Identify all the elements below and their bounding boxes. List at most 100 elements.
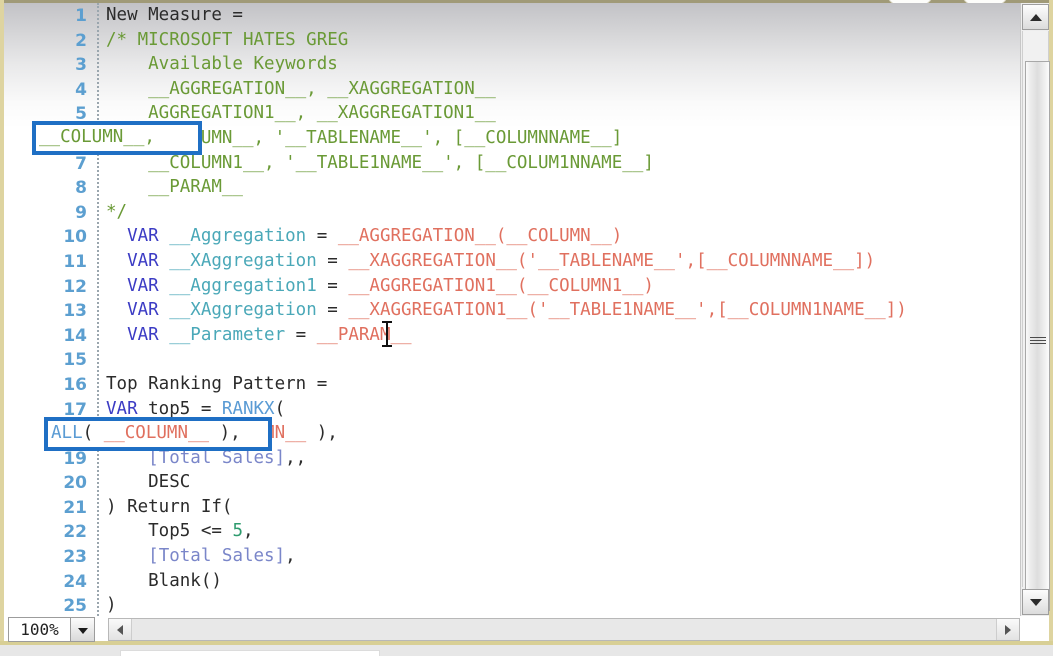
code-token: */ [106, 201, 128, 222]
vertical-scrollbar[interactable] [1020, 3, 1050, 616]
background-tab-hint [120, 650, 380, 656]
code-line[interactable]: Blank() [106, 569, 1020, 594]
code-line[interactable]: ) [106, 593, 1020, 616]
highlight-box-column-keyword-text: __COLUMN__, [36, 125, 198, 149]
vertical-scroll-thumb[interactable] [1025, 61, 1050, 611]
code-line[interactable]: VAR __Aggregation = __AGGREGATION__(__CO… [106, 224, 1020, 249]
code-line[interactable]: Top5 <= 5, [106, 519, 1020, 544]
code-token: , [285, 546, 296, 567]
ibeam-bottom-cap [382, 345, 392, 347]
code-token: __COLUMN__ [103, 423, 210, 443]
code-line[interactable]: /* MICROSOFT HATES GREG [106, 28, 1020, 53]
gutter-separator [97, 3, 99, 616]
code-token: __AGGREGATION__(__COLUMN__) [337, 226, 623, 247]
code-token: __Aggregation [169, 226, 307, 247]
code-line[interactable]: */ [106, 200, 1020, 225]
horizontal-scrollbar[interactable] [108, 618, 1020, 641]
line-number: 3 [75, 55, 87, 76]
code-line[interactable]: New Measure = [106, 3, 1020, 28]
zoom-level-display[interactable]: 100% [8, 617, 71, 642]
line-number: 25 [63, 596, 87, 616]
code-line[interactable]: ) Return If( [106, 495, 1020, 520]
code-token: Available Keywords [106, 54, 338, 75]
line-number: 15 [63, 350, 87, 371]
code-token: 5 [232, 521, 243, 542]
code-text-area[interactable]: New Measure = /* MICROSOFT HATES GREG Ava… [106, 3, 1020, 616]
scroll-down-button[interactable] [1022, 589, 1049, 615]
chevron-down-icon [77, 627, 88, 634]
code-token: __XAggregation [169, 300, 317, 321]
code-token: ( [274, 398, 286, 419]
code-line[interactable] [106, 347, 1020, 372]
code-token: /* MICROSOFT HATES GREG [106, 29, 349, 50]
scroll-left-button[interactable] [109, 619, 132, 640]
code-editor[interactable]: 1234567891011121314151617181920212223242… [4, 3, 1020, 616]
highlight-box-all-column-text: ALL( __COLUMN__ ), [48, 421, 268, 445]
scroll-right-button[interactable] [996, 619, 1019, 640]
grip-lines-icon [1029, 337, 1046, 346]
scroll-up-button[interactable] [1022, 4, 1049, 30]
line-number: 4 [75, 79, 87, 100]
code-line[interactable]: DESC [106, 470, 1020, 495]
code-line[interactable]: __AGGREGATION__, __XAGGREGATION__ [106, 77, 1020, 102]
code-token: ALL [51, 423, 83, 443]
code-token: RANKX [221, 398, 275, 419]
code-token: __Parameter [169, 324, 286, 345]
code-token: = [285, 324, 317, 345]
ibeam-stem [386, 323, 388, 345]
code-token: __XAGGREGATION__('__TABLENAME__',[__COLU… [348, 250, 876, 271]
code-token: VAR [106, 398, 138, 419]
code-token: __XAggregation [169, 250, 317, 271]
code-token: = [316, 300, 349, 321]
code-line[interactable]: Top Ranking Pattern = [106, 372, 1020, 397]
code-line[interactable]: __COLUMN1__, '__TABLE1NAME__', [__COLUM1… [106, 151, 1020, 176]
status-bar: 100% [4, 616, 1049, 642]
arrow-left-icon [117, 624, 123, 635]
code-line[interactable]: VAR __Aggregation1 = __AGGREGATION1__(__… [106, 274, 1020, 299]
line-number: 8 [75, 178, 87, 199]
code-token: __PARAM__ [106, 177, 243, 198]
code-token: New Measure = [106, 5, 243, 25]
line-number: 11 [63, 251, 87, 272]
code-line[interactable]: VAR __XAggregation = __XAGGREGATION__('_… [106, 249, 1020, 274]
vertical-scroll-track[interactable] [1022, 31, 1050, 611]
code-line[interactable]: [Total Sales], [106, 544, 1020, 569]
arrow-right-icon [1005, 624, 1011, 635]
code-line[interactable]: Available Keywords [106, 52, 1020, 77]
code-token: Top Ranking Pattern = [106, 373, 328, 394]
code-token: Blank() [106, 570, 222, 591]
line-number: 14 [63, 325, 87, 346]
code-token: __PARAM__ [316, 324, 412, 345]
code-token: ( [82, 423, 104, 443]
code-token: __AGGREGATION1__(__COLUMN1__) [348, 275, 654, 296]
code-token: top5 = [137, 398, 222, 419]
code-token: VAR [127, 275, 159, 296]
code-token: ,, [285, 447, 307, 468]
code-line[interactable]: VAR __Parameter = __PARAM__ [106, 323, 1020, 348]
line-number: 22 [63, 522, 87, 543]
code-line[interactable]: AGGREGATION1__, __XAGGREGATION1__ [106, 101, 1020, 126]
code-token: , [242, 521, 254, 542]
code-token: VAR [127, 300, 159, 321]
arrow-up-icon [1029, 14, 1042, 21]
line-number: 10 [63, 227, 87, 248]
code-line[interactable]: __COLUMN__, '__TABLENAME__', [__COLUMNNA… [106, 126, 1020, 151]
code-line[interactable]: __PARAM__ [106, 175, 1020, 200]
window-bottom-strip [0, 645, 1053, 656]
code-token: ), [306, 423, 338, 444]
line-number: 13 [63, 301, 87, 322]
arrow-down-icon [1029, 599, 1042, 606]
zoom-level-dropdown-button[interactable] [70, 617, 95, 642]
code-line[interactable]: VAR __XAggregation = __XAGGREGATION1__('… [106, 298, 1020, 323]
code-token: = [316, 275, 349, 296]
line-number-gutter: 1234567891011121314151617181920212223242… [4, 3, 96, 616]
code-token: ), [209, 423, 241, 443]
